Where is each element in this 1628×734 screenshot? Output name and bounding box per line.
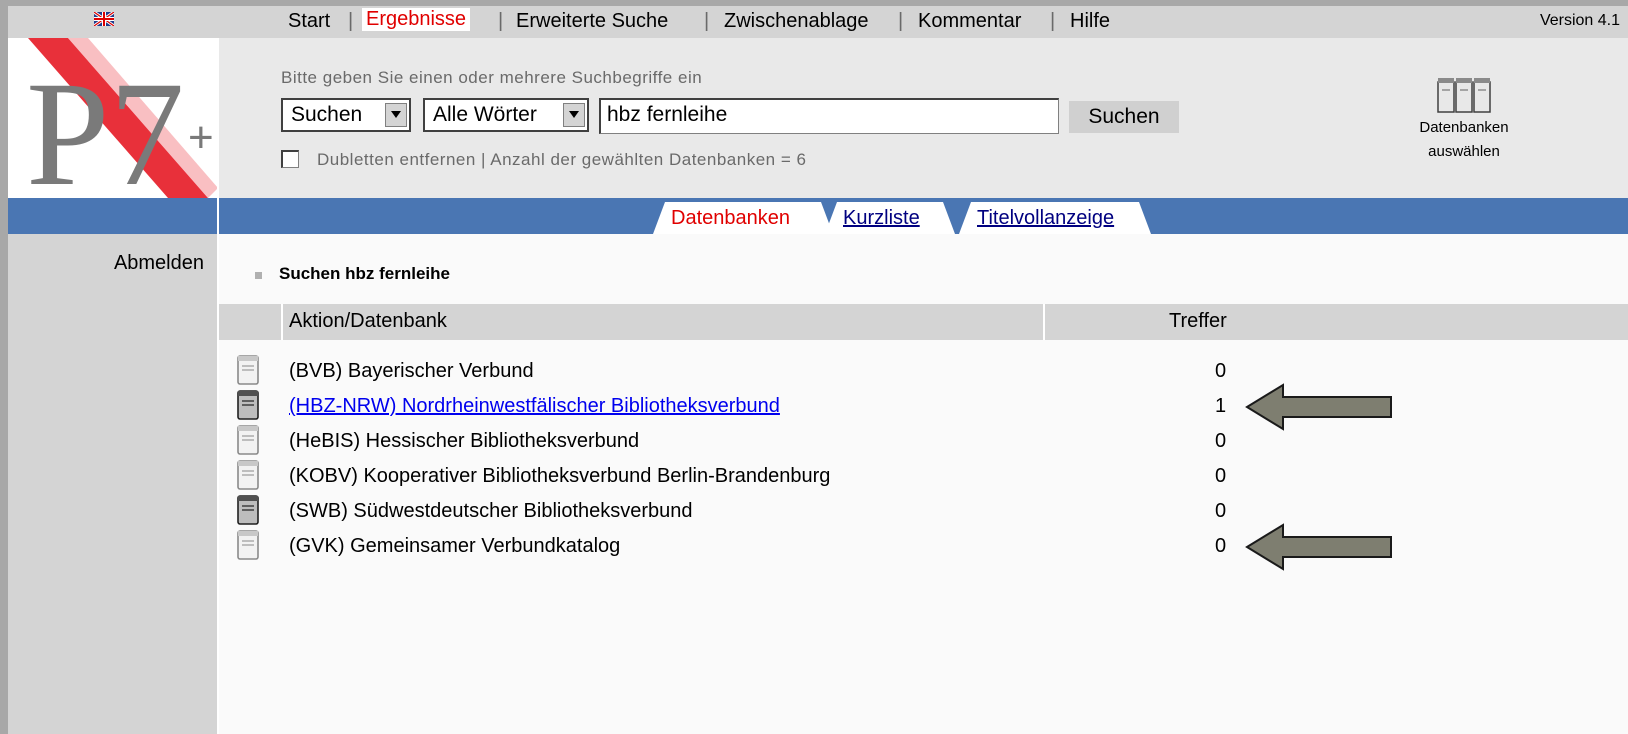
dedup-label: Dubletten entfernen | Anzahl der gewählt…	[317, 150, 807, 169]
top-bar: Start | Ergebnisse | Erweiterte Suche | …	[8, 6, 1628, 38]
search-mode-value: Suchen	[291, 103, 363, 126]
nav-start[interactable]: Start	[288, 10, 330, 33]
database-name: (HeBIS) Hessischer Bibliotheksverbund	[289, 430, 640, 452]
logo-text: P7	[26, 51, 184, 198]
nav-separator: |	[898, 10, 904, 32]
nav-separator: |	[704, 10, 710, 32]
header-blank-cell	[219, 304, 277, 340]
tab-strip: Datenbanken Kurzliste Titelvollanzeige	[219, 198, 1628, 234]
nav-hilfe[interactable]: Hilfe	[1070, 10, 1110, 33]
server-icon-dark[interactable]	[235, 389, 261, 421]
blue-strip-left	[8, 198, 218, 234]
left-sidebar: P7 + Abmelden	[8, 38, 218, 734]
result-row: (SWB) Südwestdeutscher Bibliotheksverbun…	[219, 494, 1628, 531]
results-panel: Suchen hbz fernleihe Aktion/Datenbank Tr…	[219, 234, 1628, 734]
database-name: (SWB) Südwestdeutscher Bibliotheksverbun…	[289, 500, 693, 522]
dropdown-arrow-icon[interactable]	[563, 103, 585, 127]
match-mode-select[interactable]: Alle Wörter	[423, 98, 589, 132]
server-icon-light[interactable]	[235, 529, 261, 561]
match-mode-value: Alle Wörter	[433, 103, 537, 126]
nav-ergebnisse[interactable]: Ergebnisse	[362, 8, 471, 31]
nav-separator: |	[1050, 10, 1056, 32]
left-arrow-annotation	[1245, 383, 1392, 431]
logout-link[interactable]: Abmelden	[114, 252, 204, 275]
database-name: (KOBV) Kooperativer Bibliotheksverbund B…	[289, 465, 831, 487]
tab-titelvollanzeige-label: Titelvollanzeige	[977, 207, 1115, 229]
col-action-label: Aktion/Datenbank	[289, 310, 447, 332]
db-select-line1: Datenbanken	[1419, 119, 1509, 136]
nav-separator: |	[348, 10, 354, 32]
main-nav: Start | Ergebnisse | Erweiterte Suche | …	[218, 6, 1628, 38]
logo-plus: +	[188, 113, 214, 162]
tab-datenbanken[interactable]: Datenbanken	[653, 202, 833, 234]
select-databases-button[interactable]: Datenbanken auswählen	[1409, 78, 1519, 164]
database-name[interactable]: (HBZ-NRW) Nordrheinwestfälischer Bibliot…	[289, 395, 780, 418]
search-mode-select[interactable]: Suchen	[281, 98, 411, 132]
nav-separator: |	[498, 10, 504, 32]
dropdown-arrow-icon[interactable]	[385, 103, 407, 127]
databases-icon	[1437, 78, 1491, 113]
result-row: (HBZ-NRW) Nordrheinwestfälischer Bibliot…	[219, 383, 1628, 431]
hit-count: 1	[1215, 395, 1227, 417]
search-hint: Bitte geben Sie einen oder mehrere Suchb…	[281, 68, 703, 87]
search-input[interactable]: hbz fernleihe	[599, 98, 1059, 134]
nav-kommentar[interactable]: Kommentar	[918, 10, 1021, 33]
db-select-line2: auswählen	[1428, 143, 1500, 160]
tab-titelvollanzeige[interactable]: Titelvollanzeige	[959, 202, 1151, 234]
nav-zwischenablage[interactable]: Zwischenablage	[724, 10, 869, 33]
hit-count: 0	[1215, 500, 1227, 522]
result-row: (GVK) Gemeinsamer Verbundkatalog 0	[219, 523, 1628, 571]
uk-flag-icon[interactable]	[94, 12, 114, 26]
col-hits-label: Treffer	[1169, 310, 1227, 332]
results-table-header: Aktion/Datenbank Treffer	[219, 304, 1628, 340]
app-frame: Start | Ergebnisse | Erweiterte Suche | …	[8, 6, 1628, 734]
hit-count: 0	[1215, 430, 1227, 452]
version-label: Version 4.1	[1539, 12, 1620, 29]
server-icon-light[interactable]	[235, 459, 261, 491]
result-row: (BVB) Bayerischer Verbund 0	[219, 354, 1628, 391]
server-icon-light[interactable]	[235, 424, 261, 456]
query-title: Suchen hbz fernleihe	[279, 264, 450, 283]
database-name: (GVK) Gemeinsamer Verbundkatalog	[289, 535, 621, 557]
result-row: (KOBV) Kooperativer Bibliotheksverbund B…	[219, 459, 1628, 496]
server-icon-light[interactable]	[235, 354, 261, 386]
hit-count: 0	[1215, 465, 1227, 487]
hit-count: 0	[1215, 360, 1227, 382]
result-row: (HeBIS) Hessischer Bibliotheksverbund 0	[219, 424, 1628, 461]
p7-logo: P7 +	[8, 38, 218, 198]
server-icon-dark[interactable]	[235, 494, 261, 526]
bullet-icon	[255, 272, 262, 279]
search-panel: Bitte geben Sie einen oder mehrere Suchb…	[219, 38, 1628, 198]
nav-erweiterte-suche[interactable]: Erweiterte Suche	[516, 10, 668, 33]
tab-kurzliste-label: Kurzliste	[843, 207, 920, 229]
hit-count: 0	[1215, 535, 1227, 557]
dedup-checkbox[interactable]	[281, 150, 299, 168]
left-arrow-annotation	[1245, 523, 1392, 571]
database-name: (BVB) Bayerischer Verbund	[289, 360, 534, 382]
header-action-cell: Aktion/Datenbank	[281, 304, 1045, 340]
search-button[interactable]: Suchen	[1069, 101, 1179, 133]
tab-datenbanken-label: Datenbanken	[671, 207, 790, 229]
tab-kurzliste[interactable]: Kurzliste	[825, 202, 955, 234]
